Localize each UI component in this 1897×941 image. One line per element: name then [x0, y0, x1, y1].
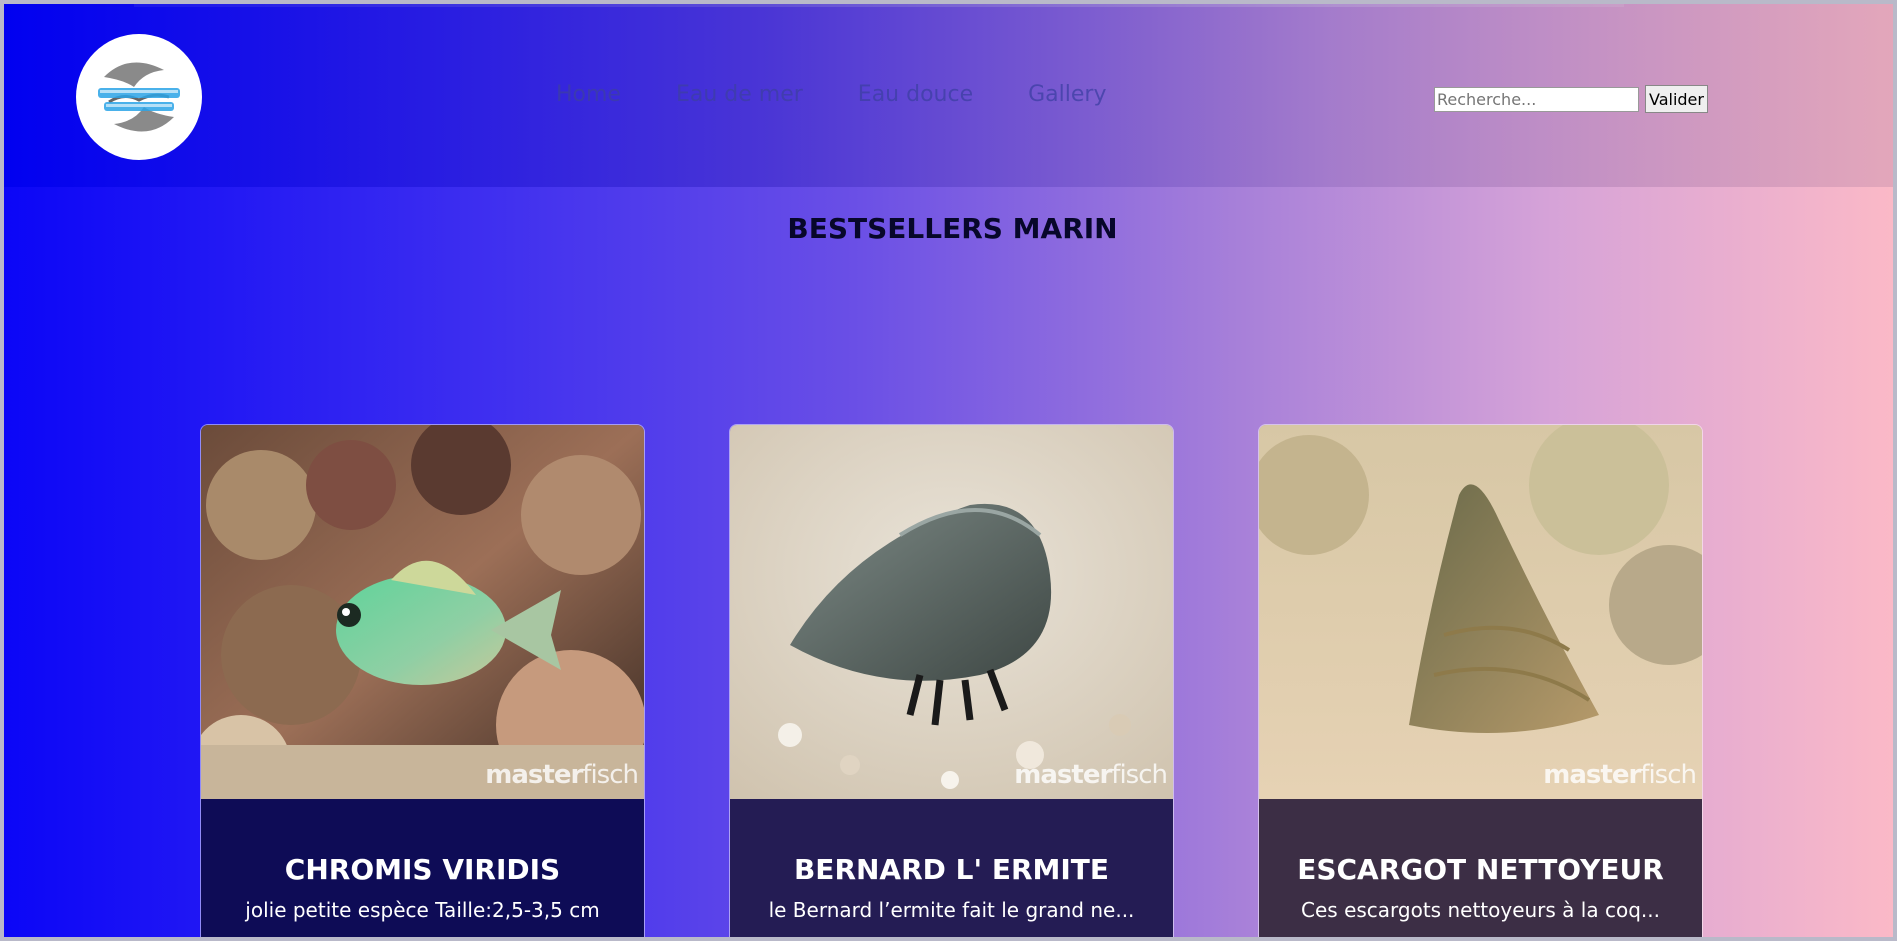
product-name: ESCARGOT NETTOYEUR — [1297, 853, 1664, 886]
product-name: CHROMIS VIRIDIS — [284, 853, 561, 886]
product-description: jolie petite espèce Taille:2,5-3,5 cm — [245, 898, 600, 922]
product-image: masterfisch — [730, 425, 1173, 799]
site-logo[interactable] — [76, 34, 202, 160]
product-description: Ces escargots nettoyeurs à la coq... — [1301, 898, 1660, 922]
search-submit-button[interactable]: Valider — [1645, 85, 1708, 113]
product-name: BERNARD L' ERMITE — [793, 853, 1110, 886]
search-input[interactable] — [1434, 86, 1639, 112]
image-watermark: masterfisch — [1543, 760, 1697, 790]
nav-eau-douce[interactable]: Eau douce — [858, 82, 973, 107]
nav-eau-de-mer[interactable]: Eau de mer — [676, 82, 803, 107]
product-card[interactable]: masterfisch CHROMIS VIRIDIS jolie petite… — [200, 424, 645, 937]
product-image: masterfisch — [1259, 425, 1702, 799]
image-watermark: masterfisch — [1014, 760, 1168, 790]
fish-logo-icon — [87, 45, 191, 149]
site-header: Home Eau de mer Eau douce Gallery Valide… — [4, 4, 1893, 187]
product-description: le Bernard l’ermite fait le grand ne... — [768, 898, 1135, 922]
product-image: masterfisch — [201, 425, 644, 799]
image-watermark: masterfisch — [485, 760, 639, 790]
product-card[interactable]: masterfisch ESCARGOT NETTOYEUR Ces escar… — [1258, 424, 1703, 937]
nav-home[interactable]: Home — [556, 82, 621, 107]
search-form: Valider — [1434, 85, 1708, 113]
nav-gallery[interactable]: Gallery — [1028, 82, 1106, 107]
page-background: Home Eau de mer Eau douce Gallery Valide… — [0, 0, 1897, 941]
section-title: BESTSELLERS MARIN — [787, 212, 1118, 245]
product-card[interactable]: masterfisch BERNARD L' ERMITE le Bernard… — [729, 424, 1174, 937]
main-nav: Home Eau de mer Eau douce Gallery — [556, 82, 1106, 107]
